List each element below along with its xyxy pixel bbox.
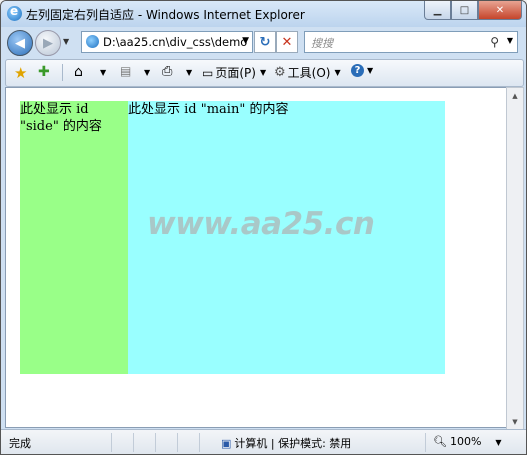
close-window-button[interactable]: ✕ xyxy=(478,1,522,20)
stop-button[interactable]: ✕ xyxy=(276,31,298,53)
search-input[interactable]: 搜搜 xyxy=(311,35,333,51)
zone-text: 计算机 | 保护模式: 禁用 xyxy=(234,437,352,450)
add-favorites-icon[interactable]: ✚ xyxy=(38,64,50,80)
command-bar: ★ ✚ ⌂ ▼ ▤ ▼ ⎙ ▼ ▭ 页面(P) ▼ ⚙ 工具(O) ▼ ? ▼ xyxy=(5,59,524,87)
tools-dropdown-icon: ▼ xyxy=(334,68,341,77)
feeds-icon[interactable]: ▤ xyxy=(120,64,131,78)
page-menu-label: 页面(P) xyxy=(215,66,256,80)
vertical-scrollbar[interactable]: ▲ ▼ xyxy=(506,87,524,430)
refresh-icon: ↻ xyxy=(259,34,271,50)
address-bar[interactable]: D:\aa25.cn\div_css\demo ▼ xyxy=(81,31,253,53)
feeds-dropdown-icon[interactable]: ▼ xyxy=(144,68,150,77)
page-dropdown-icon: ▼ xyxy=(259,68,267,77)
tools-menu[interactable]: ⚙ 工具(O) ▼ xyxy=(274,64,341,81)
help-menu[interactable]: ? ▼ xyxy=(351,64,373,77)
status-text: 完成 xyxy=(9,437,31,450)
back-button[interactable]: ◀ xyxy=(7,30,33,56)
zoom-control[interactable]: 🔍︎ 100% ▼ xyxy=(433,435,502,448)
computer-icon: ▣ xyxy=(221,437,232,450)
page-content: 此处显示 id "side" 的内容 此处显示 id "main" 的内容 ww… xyxy=(5,87,507,428)
help-icon: ? xyxy=(351,64,364,77)
search-dropdown-icon[interactable]: ▼ xyxy=(507,36,513,45)
stop-icon: ✕ xyxy=(281,34,293,50)
window-title: 左列固定右列自适应 - Windows Internet Explorer xyxy=(26,8,305,22)
status-bar: 完成 ▣ 计算机 | 保护模式: 禁用 🔍︎ 100% ▼ xyxy=(1,429,526,454)
address-text[interactable]: D:\aa25.cn\div_css\demo xyxy=(103,35,247,49)
home-icon[interactable]: ⌂ xyxy=(74,64,83,80)
minimize-button[interactable]: ▁ xyxy=(424,1,451,20)
page-icon xyxy=(86,35,99,48)
forward-button[interactable]: ▶ xyxy=(35,30,61,56)
history-dropdown-icon[interactable]: ▼ xyxy=(63,37,69,46)
gear-icon: ⚙ xyxy=(274,65,286,80)
status-divider xyxy=(177,433,178,452)
status-divider xyxy=(425,433,426,452)
page-menu[interactable]: ▭ 页面(P) ▼ xyxy=(202,64,266,81)
status-divider xyxy=(155,433,156,452)
browser-window: 左列固定右列自适应 - Windows Internet Explorer ▁ … xyxy=(0,0,527,455)
page-icon: ▭ xyxy=(202,65,214,80)
scroll-down-icon[interactable]: ▼ xyxy=(507,414,523,429)
scroll-up-icon[interactable]: ▲ xyxy=(507,88,523,103)
title-bar: 左列固定右列自适应 - Windows Internet Explorer ▁ … xyxy=(1,1,526,27)
watermark: www.aa25.cn xyxy=(147,206,375,242)
refresh-button[interactable]: ↻ xyxy=(254,31,276,53)
main-text: 此处显示 id "main" 的内容 xyxy=(128,102,289,117)
favorites-star-icon[interactable]: ★ xyxy=(14,64,27,82)
navigation-bar: ◀ ▶ ▼ D:\aa25.cn\div_css\demo ▼ ↻ ✕ 搜搜 ⚲… xyxy=(1,27,526,57)
status-divider xyxy=(133,433,134,452)
search-box[interactable]: 搜搜 ⚲ ▼ xyxy=(304,31,518,53)
status-divider xyxy=(111,433,112,452)
zoom-icon: 🔍︎ xyxy=(433,435,447,448)
print-dropdown-icon[interactable]: ▼ xyxy=(186,68,192,77)
zoom-level: 100% xyxy=(449,435,482,448)
tools-menu-label: 工具(O) xyxy=(287,66,331,80)
address-dropdown-icon[interactable]: ▼ xyxy=(242,36,249,46)
side-text: 此处显示 id "side" 的内容 xyxy=(20,102,102,134)
ie-logo-icon xyxy=(7,4,22,21)
side-column: 此处显示 id "side" 的内容 xyxy=(20,101,128,374)
status-divider xyxy=(199,433,200,452)
security-zone[interactable]: ▣ 计算机 | 保护模式: 禁用 xyxy=(221,435,351,451)
print-icon[interactable]: ⎙ xyxy=(162,64,172,79)
home-dropdown-icon[interactable]: ▼ xyxy=(100,68,106,77)
maximize-button[interactable]: □ xyxy=(451,1,478,20)
window-controls: ▁ □ ✕ xyxy=(424,1,522,20)
zoom-dropdown-icon: ▼ xyxy=(495,438,502,447)
help-dropdown-icon: ▼ xyxy=(367,66,374,75)
arrow-right-icon: ▶ xyxy=(43,35,53,51)
toolbar-divider xyxy=(62,64,63,81)
arrow-left-icon: ◀ xyxy=(15,35,25,51)
search-icon[interactable]: ⚲ xyxy=(490,35,499,49)
